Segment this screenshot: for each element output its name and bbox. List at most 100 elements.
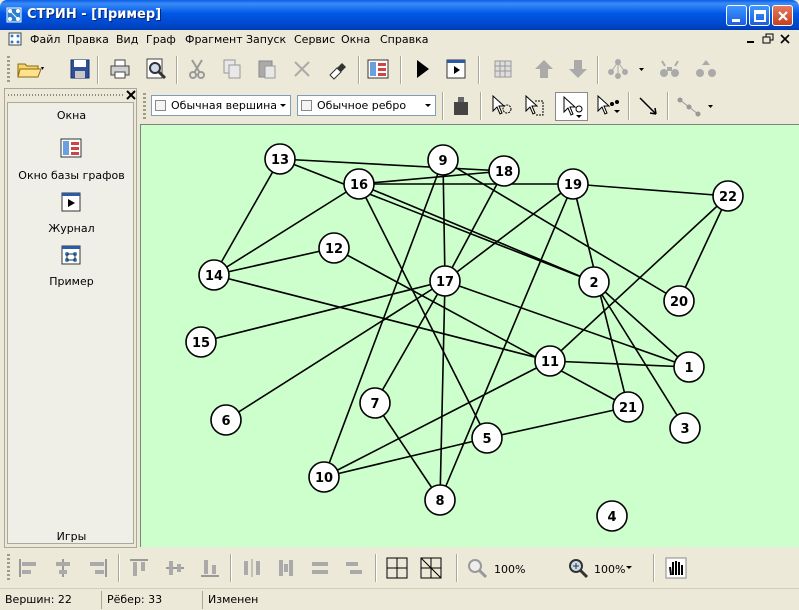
graph-edge[interactable]	[323, 360, 551, 478]
example-label[interactable]: Пример	[8, 275, 135, 288]
maximize-button[interactable]	[749, 5, 770, 26]
graph-database-button[interactable]	[366, 57, 390, 81]
pan-button[interactable]	[664, 556, 688, 580]
select-tool[interactable]	[555, 92, 588, 121]
graph-edge[interactable]	[213, 158, 281, 276]
graph-vertex[interactable]: 15	[185, 326, 217, 358]
find-button[interactable]	[658, 57, 682, 81]
run-button[interactable]	[410, 57, 434, 81]
graph-vertex[interactable]: 9	[427, 144, 459, 176]
graph-vertex[interactable]: 10	[308, 461, 340, 493]
panel-title[interactable]: Окна	[8, 109, 135, 122]
panel-header[interactable]	[5, 89, 136, 101]
graph-edge[interactable]	[572, 183, 729, 197]
zoom-button[interactable]	[465, 556, 489, 580]
title-bar[interactable]: СТРИН - [Пример]	[0, 0, 799, 30]
paste-button[interactable]	[255, 57, 279, 81]
move-up-button[interactable]	[532, 57, 556, 81]
graph-vertex[interactable]: 13	[264, 143, 296, 175]
graph-edge[interactable]	[678, 195, 729, 302]
direction-tool[interactable]	[636, 94, 660, 118]
graph-vertex[interactable]: 16	[343, 168, 375, 200]
menu-graph[interactable]: Граф	[146, 33, 176, 46]
zoom-fit-button[interactable]	[566, 556, 590, 580]
graph-edge[interactable]	[358, 183, 595, 283]
journal-button[interactable]	[444, 57, 468, 81]
same-height-button[interactable]	[342, 556, 366, 580]
align-right-button[interactable]	[86, 556, 110, 580]
panel-close-icon[interactable]	[125, 89, 137, 101]
graph-edge[interactable]	[374, 280, 446, 404]
graph-edge[interactable]	[279, 158, 505, 172]
align-middle-button[interactable]	[163, 556, 187, 580]
edge-type-select[interactable]: Обычное ребро	[297, 95, 436, 116]
graph-database-label[interactable]: Окно базы графов	[8, 169, 135, 182]
find-next-button[interactable]	[694, 57, 718, 81]
graph-vertex[interactable]: 3	[669, 412, 701, 444]
graph-vertex[interactable]: 6	[210, 404, 242, 436]
menu-view[interactable]: Вид	[116, 33, 138, 46]
graph-vertex[interactable]: 18	[488, 155, 520, 187]
graph-vertex[interactable]: 17	[429, 265, 461, 297]
graph-vertex[interactable]: 2	[578, 266, 610, 298]
show-grid-button[interactable]	[385, 556, 409, 580]
toolbar-grip[interactable]	[7, 554, 10, 582]
graph-edge[interactable]	[200, 280, 446, 343]
graph-edge[interactable]	[549, 360, 690, 368]
graph-vertex[interactable]: 4	[596, 500, 628, 532]
menu-fragment[interactable]: Фрагмент	[185, 33, 243, 46]
zoom-dropdown-icon[interactable]	[626, 566, 634, 572]
journal-label[interactable]: Журнал	[8, 222, 135, 235]
graph-vertex[interactable]: 7	[359, 387, 391, 419]
graph-vertex[interactable]: 20	[663, 285, 695, 317]
menu-help[interactable]: Справка	[380, 33, 428, 46]
undo-button[interactable]	[325, 57, 349, 81]
layout-tool[interactable]	[675, 94, 719, 118]
align-center-button[interactable]	[51, 556, 75, 580]
close-button[interactable]	[772, 5, 793, 26]
print-preview-button[interactable]	[144, 57, 168, 81]
add-vertex-tool[interactable]	[489, 94, 513, 118]
graph-vertex[interactable]: 8	[424, 484, 456, 516]
weight-button[interactable]	[449, 94, 473, 118]
graph-vertex[interactable]: 21	[612, 391, 644, 423]
graph-edge[interactable]	[323, 437, 488, 478]
games-section[interactable]: Игры	[8, 530, 135, 543]
cut-button[interactable]	[185, 57, 209, 81]
graph-canvas[interactable]: 13 9 18 16 19 22 12 14 17 2 20 15 11 1 7 6 21 3 5 10 8 4	[140, 124, 799, 547]
mdi-close-icon[interactable]	[778, 32, 792, 46]
graph-edge[interactable]	[213, 247, 335, 276]
graph-edge[interactable]	[225, 280, 446, 421]
graph-edge[interactable]	[486, 406, 629, 439]
graph-vertex[interactable]: 1	[673, 351, 705, 383]
graph-drawing[interactable]: 13 91816 19221214 17 2201511 17621351084	[141, 125, 799, 547]
zoom-level-secondary[interactable]: 100%	[594, 563, 625, 576]
menu-service[interactable]: Сервис	[294, 33, 335, 46]
grid-button[interactable]	[491, 57, 515, 81]
distribute-v-button[interactable]	[274, 556, 298, 580]
vertex-type-select[interactable]: Обычная вершина	[151, 95, 291, 116]
add-edge-tool[interactable]	[522, 94, 546, 118]
graph-edge[interactable]	[549, 195, 729, 362]
menu-file[interactable]: Файл	[30, 33, 60, 46]
same-width-button[interactable]	[308, 556, 332, 580]
distribute-h-button[interactable]	[240, 556, 264, 580]
select-multiple-tool[interactable]	[594, 94, 624, 118]
toolbar-grip[interactable]	[143, 93, 146, 119]
align-left-button[interactable]	[16, 556, 40, 580]
journal-shortcut[interactable]	[60, 191, 82, 213]
graph-vertex[interactable]: 22	[712, 180, 744, 212]
graph-edge[interactable]	[444, 170, 505, 282]
graph-vertex[interactable]: 12	[318, 232, 350, 264]
mdi-restore-icon[interactable]	[761, 32, 775, 46]
align-top-button[interactable]	[127, 556, 151, 580]
mdi-minimize-icon[interactable]	[744, 32, 758, 46]
toolbar-grip[interactable]	[7, 56, 10, 84]
minimize-button[interactable]	[726, 5, 747, 26]
document-icon[interactable]	[8, 32, 22, 46]
example-shortcut[interactable]	[60, 244, 82, 266]
tree-button[interactable]	[606, 57, 646, 81]
graph-vertex[interactable]: 14	[198, 259, 230, 291]
menu-windows[interactable]: Окна	[341, 33, 370, 46]
menu-run[interactable]: Запуск	[246, 33, 286, 46]
